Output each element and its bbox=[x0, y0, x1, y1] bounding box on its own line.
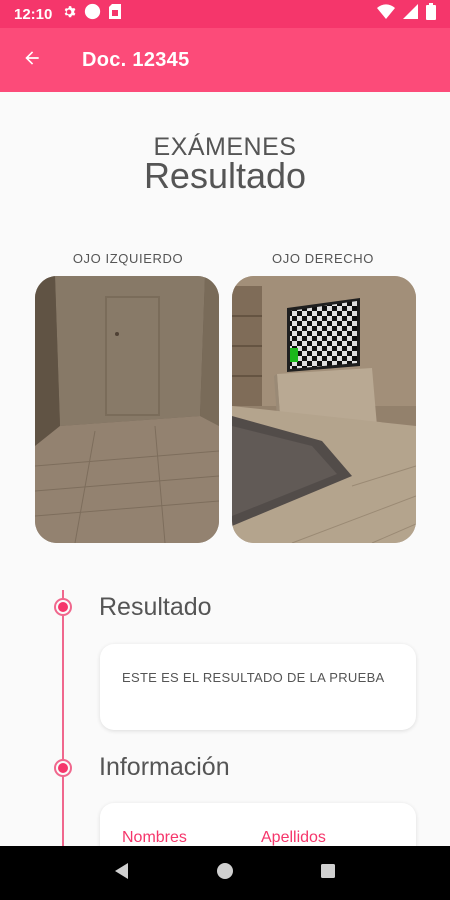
app-bar: Doc. 12345 bbox=[0, 28, 450, 92]
info-label-surnames: Apellidos bbox=[261, 829, 326, 846]
info-label-names: Nombres bbox=[122, 829, 187, 846]
result-section-title: Resultado bbox=[99, 593, 212, 621]
navigation-bar bbox=[0, 846, 450, 900]
sim-card-icon bbox=[109, 4, 122, 24]
back-triangle-icon bbox=[113, 862, 131, 885]
screen: 12:10 Doc. 12345 EXÁMENES Resultado OJO … bbox=[0, 0, 450, 900]
result-card: ESTE ES EL RESULTADO DE LA PRUEBA bbox=[100, 644, 416, 730]
recents-square-icon bbox=[320, 863, 336, 884]
wifi-icon bbox=[377, 4, 395, 24]
nav-recents-button[interactable] bbox=[303, 848, 353, 898]
left-eye-image bbox=[35, 276, 219, 543]
nav-home-button[interactable] bbox=[200, 848, 250, 898]
status-bar: 12:10 bbox=[0, 0, 450, 28]
timeline-line bbox=[62, 590, 64, 850]
app-title: Doc. 12345 bbox=[82, 48, 190, 71]
back-button[interactable] bbox=[0, 28, 64, 92]
timeline-dot-result bbox=[54, 598, 72, 616]
result-text: ESTE ES EL RESULTADO DE LA PRUEBA bbox=[122, 670, 385, 685]
left-eye-label: OJO IZQUIERDO bbox=[72, 251, 184, 266]
home-circle-icon bbox=[216, 862, 234, 885]
gear-icon bbox=[62, 5, 76, 24]
battery-icon bbox=[426, 3, 436, 25]
page-title: Resultado bbox=[143, 155, 307, 196]
right-eye-image bbox=[232, 276, 416, 543]
signal-icon bbox=[403, 4, 418, 24]
circle-icon bbox=[84, 3, 101, 25]
arrow-back-icon bbox=[22, 48, 42, 73]
right-eye-label: OJO DERECHO bbox=[272, 251, 374, 266]
nav-back-button[interactable] bbox=[97, 848, 147, 898]
status-right-icons bbox=[377, 3, 436, 25]
info-section-title: Información bbox=[99, 753, 230, 781]
status-time: 12:10 bbox=[14, 5, 53, 23]
timeline-dot-info bbox=[54, 759, 72, 777]
status-left-icons bbox=[62, 3, 122, 25]
